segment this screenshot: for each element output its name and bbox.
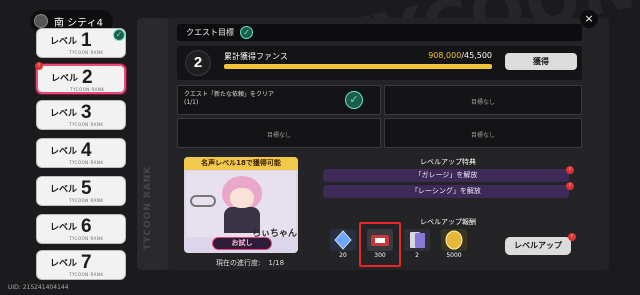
step-number: 2 [185,50,211,76]
city-name: 南 シティ4 [54,17,103,29]
level-item-4[interactable]: レベル 4 TYCOON RANK [36,138,126,168]
level-label: レベル [50,223,78,233]
reward-item-4[interactable]: 5000 [440,228,468,260]
level-sub: TYCOON RANK [69,198,104,203]
trial-button[interactable]: お試し [212,237,272,250]
progress-value: 1/18 [268,259,285,267]
level-sub: TYCOON RANK [70,87,105,92]
rewards-title: レベルアップ報酬 [420,218,476,226]
perk-item: 「ガレージ」を解放 [323,169,569,182]
level-number: 4 [81,140,92,161]
character-face [230,188,254,208]
level-item-2[interactable]: ! レベル 2 TYCOON RANK [35,62,126,94]
quest-header-label: クエスト目標 [186,28,234,37]
reward-qty: 20 [339,252,347,259]
condition-3-text: 目標なし [266,132,291,139]
condition-2-text: 目標なし [470,99,495,106]
level-up-button[interactable]: レベルアップ [505,237,571,255]
level-sub: TYCOON RANK [69,236,104,241]
notification-badge: ! [35,62,43,70]
progress-text: 現在の進行度: 1/18 [216,258,284,268]
reward-qty: 2 [415,252,419,259]
unlock-title: 名声レベル18で獲得可能 [184,157,298,170]
level-label: レベル [50,259,78,269]
reward-qty: 5000 [446,252,462,259]
level-sub: TYCOON RANK [69,122,104,127]
reward-item-1[interactable]: 20 [329,228,357,260]
perk-item: 「レーシング」を解放 [323,185,569,198]
fan-label: 累計獲得ファンス [224,52,288,61]
selected-reward-highlight [359,222,401,267]
level-number: 6 [81,216,92,237]
level-label: レベル [50,109,78,119]
rail-text: TYCOON RANK [143,165,153,250]
level-item-7[interactable]: レベル 7 TYCOON RANK [36,250,126,280]
check-icon: ✓ [240,26,253,39]
quest-header [177,24,582,41]
level-item-1[interactable]: レベル 1 TYCOON RANK ✓ [36,28,126,58]
progress-label: 現在の進行度: [216,259,261,267]
close-icon[interactable]: × [580,10,598,28]
notification-badge: ! [566,166,574,174]
level-number: 1 [81,30,92,51]
get-button[interactable]: 獲得 [505,53,577,70]
level-label: レベル [50,37,78,47]
fan-progress-fill [224,64,492,69]
level-sub: TYCOON RANK [69,50,104,55]
blue-crystal-icon [330,229,356,251]
level-sub: TYCOON RANK [69,160,104,165]
chain-icon [190,195,216,207]
condition-4-text: 目標なし [470,132,495,139]
side-rail [137,18,169,270]
level-number: 7 [81,252,92,273]
city-icon [34,14,48,28]
notification-badge: ! [568,233,576,241]
condition-1-count: (1/1) [184,99,199,106]
level-item-5[interactable]: レベル 5 TYCOON RANK [36,176,126,206]
level-sub: TYCOON RANK [69,272,104,277]
level-number: 3 [81,102,92,123]
condition-complete-check-icon: ✓ [345,91,363,109]
level-label: レベル [51,74,79,84]
fan-target: /45,500 [461,51,492,60]
level-number: 5 [81,178,92,199]
level-label: レベル [50,147,78,157]
level-number: 2 [82,67,93,88]
fan-current: 908,000 [428,51,462,60]
level-item-3[interactable]: レベル 3 TYCOON RANK [36,100,126,130]
user-id: UID: 215241404144 [8,284,69,291]
level-item-6[interactable]: レベル 6 TYCOON RANK [36,214,126,244]
completed-check-icon: ✓ [113,29,125,41]
fan-value: 908,000/45,500 [400,51,492,60]
card-pack-icon [404,229,430,251]
gold-coin-icon [441,229,467,251]
notification-badge: ! [566,182,574,190]
perks-title: レベルアップ特典 [420,158,476,166]
reward-item-3[interactable]: 2 [403,228,431,260]
level-label: レベル [50,185,78,195]
condition-1-text: クエスト「新たな依頼」をクリア [184,91,275,98]
